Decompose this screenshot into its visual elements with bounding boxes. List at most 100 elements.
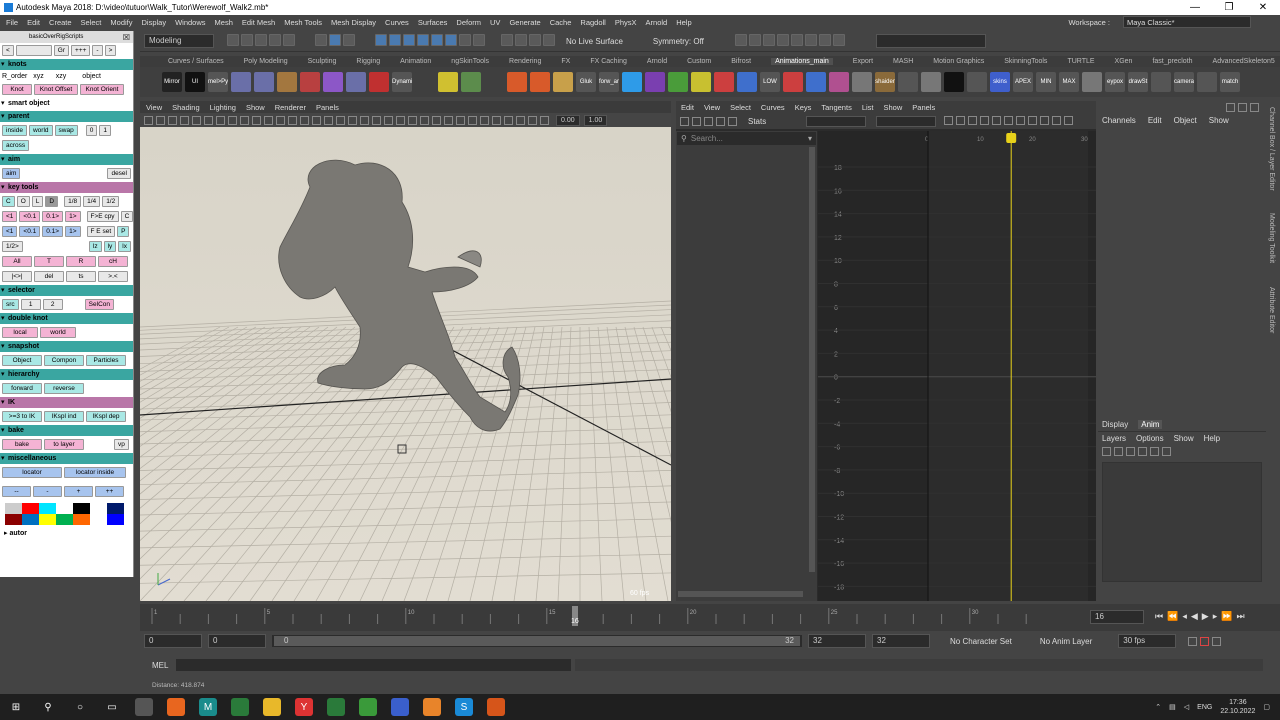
viewport-tool-icon[interactable] [408, 115, 417, 125]
auto-key-icon[interactable] [1200, 636, 1210, 646]
viewport-tool-icon[interactable] [264, 115, 273, 125]
graph-area[interactable]: 18 16 14 12 10 8 6 4 2 0 -2 -4 -6 -8 -10 -12 -14 -16 -18 0 1… [818, 131, 1096, 601]
ik-spl-ind-button[interactable]: IKspl ind [44, 411, 84, 422]
viewport-tool-icon[interactable] [204, 115, 213, 125]
color-swatch[interactable] [73, 514, 90, 525]
anim-end-field[interactable]: 32 [872, 634, 930, 648]
shelf-tab-export[interactable]: Export [853, 58, 873, 65]
shelf-tool-icon[interactable] [346, 72, 366, 92]
buffer-icon[interactable] [1028, 115, 1038, 125]
key-t-button[interactable]: T [34, 256, 64, 267]
parent-world-button[interactable]: world [28, 125, 53, 136]
shelf-tab-animations-main[interactable]: Animations_main [771, 58, 833, 65]
yandex-icon[interactable]: Y [295, 698, 313, 716]
search-dropdown-icon[interactable]: ▾ [808, 134, 812, 143]
shelf-tab-ngskintools[interactable]: ngSkinTools [451, 58, 489, 65]
shelf-tool-icon[interactable]: Gluk [576, 72, 596, 92]
retime-icon[interactable] [728, 116, 737, 126]
knots-header[interactable]: knots [0, 59, 133, 70]
selcon-button[interactable]: SelCon [84, 299, 114, 310]
key-18-button[interactable]: 1/8 [64, 196, 82, 207]
color-swatch[interactable] [90, 514, 107, 525]
shelf-tool-icon[interactable] [898, 72, 918, 92]
shelf-tab-xgen[interactable]: XGen [1115, 58, 1133, 65]
desel-button[interactable]: desel [107, 168, 131, 179]
mel-label[interactable]: MEL [152, 661, 176, 670]
workspace-dropdown[interactable]: Maya Classic* [1123, 16, 1251, 28]
rorder-object-radio[interactable]: object [82, 73, 101, 80]
key-ch-button[interactable]: cH [98, 256, 128, 267]
menu-modify[interactable]: Modify [110, 18, 132, 27]
break-tangent-icon[interactable] [1040, 115, 1050, 125]
shelf-tool-icon[interactable] [323, 72, 343, 92]
key-prev01-button[interactable]: <0.1 [19, 211, 41, 222]
panel-close-icon[interactable]: ☒ [123, 33, 130, 42]
snap-vertex-icon[interactable] [445, 34, 457, 46]
graph-menu-view[interactable]: View [704, 103, 720, 112]
key-del-button[interactable]: del [34, 271, 64, 282]
graph-search-bar[interactable]: ⚲ Search... ▾ [677, 132, 816, 145]
viewport-menu-renderer[interactable]: Renderer [275, 103, 306, 112]
menu-curves[interactable]: Curves [385, 18, 409, 27]
menu-file[interactable]: File [6, 18, 18, 27]
step-back-frame-icon[interactable]: ◂ [1182, 611, 1187, 622]
layer-tool-2-icon[interactable] [1114, 447, 1123, 456]
viewport-tool-icon[interactable] [432, 115, 441, 125]
key-half-button[interactable]: 1/2> [2, 241, 23, 252]
excel-icon[interactable] [231, 698, 249, 716]
menu-ragdoll[interactable]: Ragdoll [580, 18, 605, 27]
bake-header[interactable]: bake [0, 425, 133, 436]
key-next1b-button[interactable]: 1> [65, 226, 81, 237]
shelf-tool-icon[interactable]: MIN [1036, 72, 1056, 92]
color-swatch[interactable] [90, 503, 107, 514]
arnold-render-icon[interactable] [804, 34, 817, 46]
viewport-tool-icon[interactable] [396, 115, 405, 125]
key-fe-copy-button[interactable]: F>E cpy [86, 211, 119, 222]
shelf-tool-icon[interactable]: drawSt [1128, 72, 1148, 92]
channel-menu-channels[interactable]: Channels [1102, 116, 1136, 125]
save-scene-icon[interactable] [255, 34, 267, 46]
panel-minus-button[interactable]: - [92, 45, 103, 56]
shelf-tool-icon[interactable] [1197, 72, 1217, 92]
move-key-icon[interactable] [680, 116, 689, 126]
color-swatch[interactable] [22, 514, 39, 525]
menu-edit-mesh[interactable]: Edit Mesh [242, 18, 275, 27]
selector-src-button[interactable]: src [2, 299, 19, 310]
shelf-tool-icon[interactable] [369, 72, 389, 92]
graph-search-input[interactable]: Search... [691, 134, 723, 143]
panel-next-button[interactable]: > [104, 45, 117, 56]
step-back-key-icon[interactable]: ⏪ [1167, 611, 1178, 622]
end-frame-field[interactable]: 32 [808, 634, 866, 648]
layer-tool-6-icon[interactable] [1162, 447, 1171, 456]
viewport-tool-icon[interactable] [504, 115, 513, 125]
channel-box-icon-2[interactable] [1238, 103, 1247, 112]
aim-button[interactable]: aim [2, 168, 21, 179]
stats-field-1[interactable] [806, 115, 867, 127]
scene-view[interactable]: 60 fps [0, 127, 999, 602]
adjust-minusminus-button[interactable]: -- [2, 486, 31, 497]
select-object-icon[interactable] [329, 34, 341, 46]
menu-create[interactable]: Create [49, 18, 72, 27]
viewport-tool-icon[interactable] [444, 115, 453, 125]
loop-icon[interactable] [1188, 636, 1198, 646]
windows-start-icon[interactable]: ⊞ [7, 698, 25, 716]
lattice-icon[interactable] [704, 116, 713, 126]
key-paste-p-button[interactable]: P [117, 226, 130, 237]
layer-menu-show[interactable]: Show [1174, 434, 1194, 443]
layer-menu-layers[interactable]: Layers [1102, 434, 1126, 443]
shelf-tool-icon[interactable]: forw_ar [599, 72, 619, 92]
shelf-tool-icon[interactable] [530, 72, 550, 92]
time-slider[interactable]: 1 5 10 15 20 25 30 16 16 ⏮ ⏪ ◂ ◀ ▶ ▸ ⏩ ⏭ [140, 604, 1280, 631]
rorder-xyz-radio[interactable]: xyz [33, 73, 44, 80]
tray-chevron-icon[interactable]: ⌃ [1155, 703, 1161, 711]
viewport-menu-show[interactable]: Show [246, 103, 265, 112]
task-view-icon[interactable]: ▭ [103, 698, 121, 716]
color-swatch[interactable] [5, 514, 22, 525]
hierarchy-forward-button[interactable]: forward [2, 383, 42, 394]
viewport-tool-icon[interactable] [192, 115, 201, 125]
graph-time-marker[interactable] [1006, 133, 1017, 143]
key-next1-button[interactable]: 1> [65, 211, 81, 222]
shelf-tool-icon[interactable] [553, 72, 573, 92]
shelf-tool-icon[interactable] [806, 72, 826, 92]
graph-menu-show[interactable]: Show [884, 103, 903, 112]
